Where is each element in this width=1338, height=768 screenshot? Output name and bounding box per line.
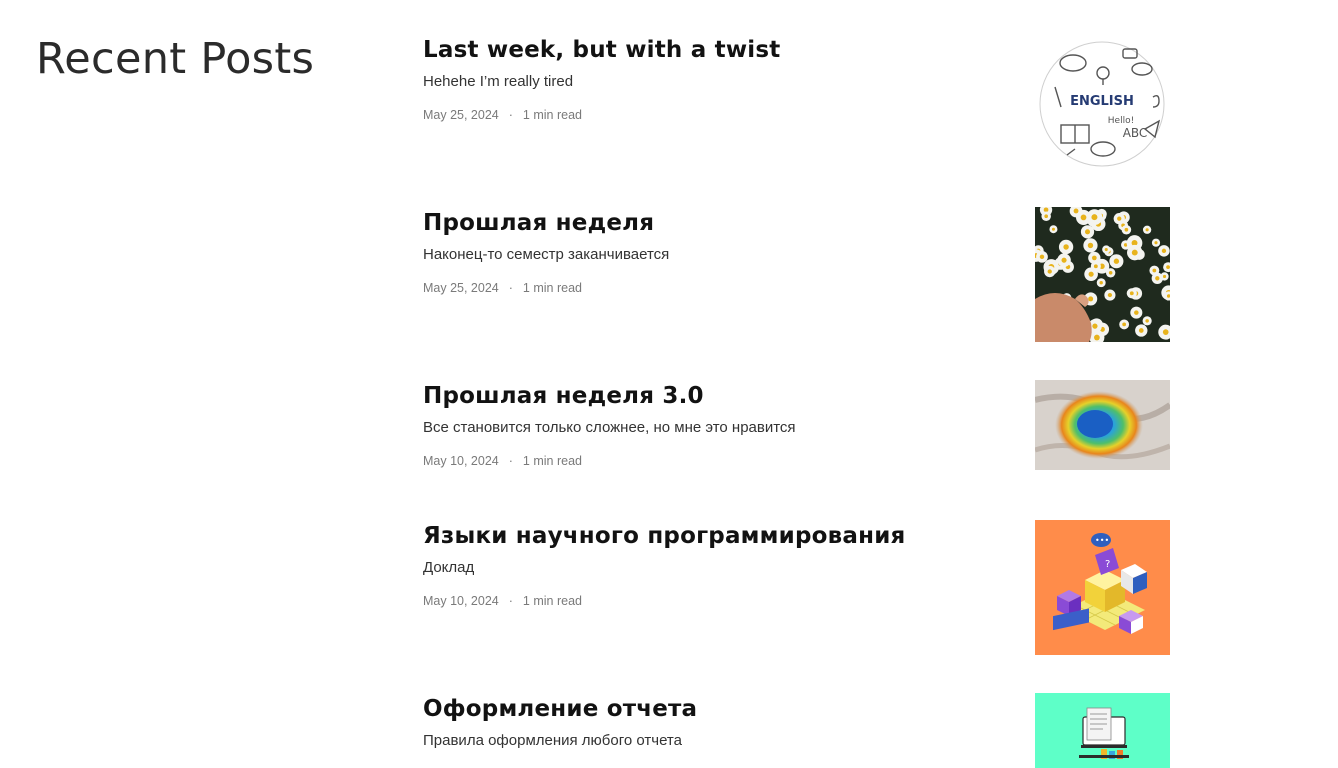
meta-separator: · — [508, 594, 513, 608]
english-doodle-icon: ENGLISH ABC Hello! — [1035, 37, 1170, 172]
section-title: Recent Posts — [36, 34, 315, 84]
meta-separator: · — [508, 281, 513, 295]
thumbnail-text-abc: ABC — [1123, 126, 1148, 140]
svg-text:•••: ••• — [1095, 536, 1109, 545]
post-date: May 25, 2024 — [423, 281, 499, 295]
read-time: 1 min read — [522, 594, 582, 608]
post-item[interactable]: Last week, but with a twist Hehehe I’m r… — [423, 37, 1171, 172]
post-date: May 25, 2024 — [423, 108, 499, 122]
post-thumbnail[interactable] — [1035, 380, 1170, 470]
meta-separator: · — [508, 108, 513, 122]
post-thumbnail[interactable] — [1035, 693, 1170, 768]
thumbnail-text-hello: Hello! — [1108, 116, 1134, 126]
read-time: 1 min read — [522, 454, 582, 468]
post-thumbnail[interactable]: ? ••• — [1035, 520, 1170, 655]
hot-spring-aerial-icon — [1035, 380, 1170, 470]
post-item[interactable]: Языки научного программирования Доклад M… — [423, 520, 1171, 655]
thumbnail-text-english: ENGLISH — [1070, 94, 1134, 109]
post-thumbnail[interactable] — [1035, 207, 1170, 342]
meta-separator: · — [508, 454, 513, 468]
isometric-cubes-illustration-icon: ? ••• — [1035, 520, 1170, 655]
read-time: 1 min read — [522, 108, 582, 122]
post-item[interactable]: Прошлая неделя Наконец-то семестр заканч… — [423, 207, 1171, 342]
document-monitor-illustration-icon — [1035, 693, 1170, 768]
daisies-photo-icon — [1035, 207, 1170, 342]
post-date: May 10, 2024 — [423, 454, 499, 468]
svg-text:?: ? — [1105, 559, 1110, 570]
read-time: 1 min read — [522, 281, 582, 295]
post-date: May 10, 2024 — [423, 594, 499, 608]
post-item[interactable]: Оформление отчета Правила оформления люб… — [423, 693, 1171, 768]
post-item[interactable]: Прошлая неделя 3.0 Все становится только… — [423, 380, 1171, 470]
post-thumbnail[interactable]: ENGLISH ABC Hello! — [1035, 37, 1170, 172]
